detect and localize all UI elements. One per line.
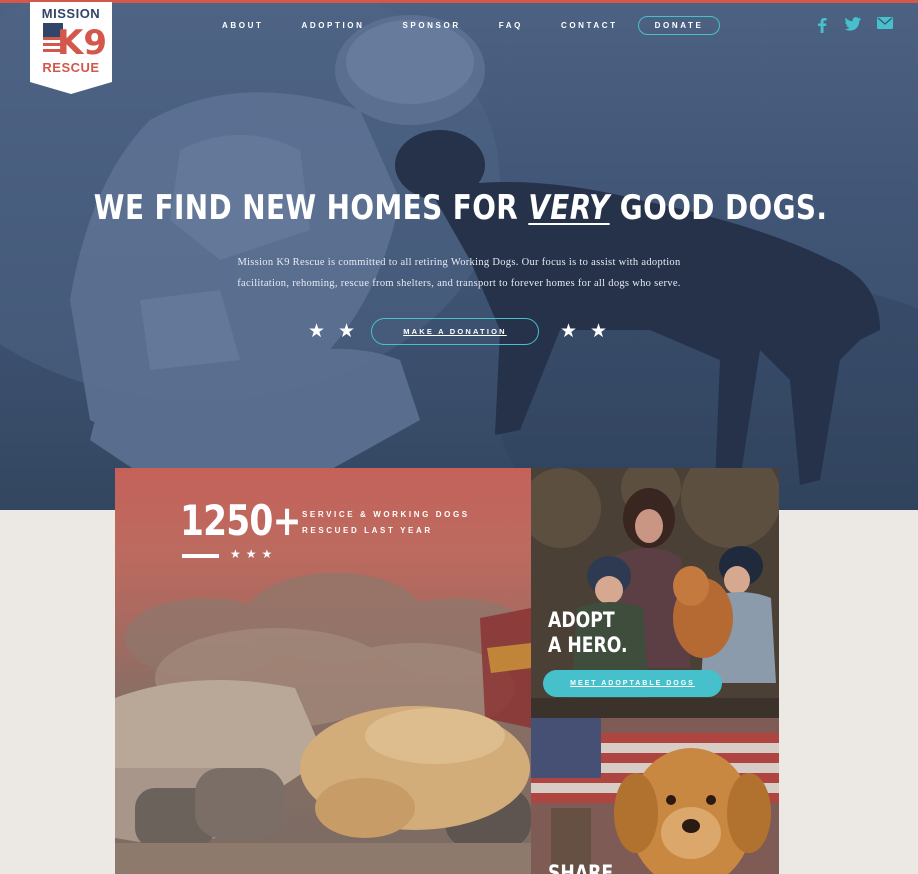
star-icon: ★ xyxy=(560,321,578,342)
star-icon: ★ xyxy=(338,321,356,342)
star-icon: ★ xyxy=(590,321,608,342)
headline-emphasis: VERY xyxy=(528,188,610,228)
page: MISSION K9 RESCUE ABOUT ADOPTION SPONSOR… xyxy=(0,0,918,874)
email-icon[interactable] xyxy=(877,17,893,29)
main-nav: ABOUT ADOPTION SPONSOR FAQ CONTACT DONAT… xyxy=(222,15,721,35)
stats-number: 1250+ xyxy=(180,496,301,545)
headline-part-1: WE FIND NEW HOMES FOR xyxy=(93,188,529,228)
golden-retriever-flag-image xyxy=(531,718,779,874)
meet-adoptable-dogs-button[interactable]: MEET ADOPTABLE DOGS xyxy=(543,670,722,697)
twitter-icon[interactable] xyxy=(845,17,861,31)
nav-item-contact[interactable]: CONTACT xyxy=(561,21,618,30)
nav-item-sponsor[interactable]: SPONSOR xyxy=(402,21,460,30)
stats-caption-line-1: SERVICE & WORKING DOGS xyxy=(302,510,470,519)
hero-intro: Mission K9 Rescue is committed to all re… xyxy=(200,252,718,294)
stats-panel: 1250+ ★★★ SERVICE & WORKING DOGS RESCUED… xyxy=(115,468,531,874)
make-donation-button[interactable]: MAKE A DONATION xyxy=(371,318,539,345)
adopt-title: ADOPT A HERO. xyxy=(548,608,628,658)
hero-headline: WE FIND NEW HOMES FOR VERY GOOD DOGS. xyxy=(84,188,837,228)
logo-line-1: MISSION xyxy=(42,6,100,21)
nav-item-faq[interactable]: FAQ xyxy=(499,21,523,30)
nav-item-adoption[interactable]: ADOPTION xyxy=(301,21,364,30)
hero-section: MISSION K9 RESCUE ABOUT ADOPTION SPONSOR… xyxy=(0,0,918,510)
adopt-panel: ADOPT A HERO. MEET ADOPTABLE DOGS xyxy=(531,468,779,718)
stats-underline xyxy=(182,554,219,558)
share-panel: SHARE xyxy=(531,718,779,874)
top-accent-bar xyxy=(0,0,918,3)
logo-line-2: K9 xyxy=(57,23,107,63)
facebook-icon[interactable] xyxy=(816,17,828,33)
stats-stars: ★★★ xyxy=(230,547,278,561)
cta-row: ★ ★ MAKE A DONATION ★ ★ xyxy=(0,318,918,346)
adopt-title-line-2: A HERO. xyxy=(548,633,628,657)
intro-line-1: Mission K9 Rescue is committed to all re… xyxy=(237,257,681,268)
share-title: SHARE xyxy=(548,861,614,874)
nav-donate-button[interactable]: DONATE xyxy=(637,15,721,35)
stats-caption: SERVICE & WORKING DOGS RESCUED LAST YEAR xyxy=(302,507,502,539)
adopt-title-line-1: ADOPT xyxy=(548,608,615,632)
star-icon: ★ xyxy=(308,321,326,342)
mission-k9-rescue-logo[interactable]: MISSION K9 RESCUE xyxy=(30,2,112,94)
logo-line-3: RESCUE xyxy=(42,60,99,75)
nav-item-about[interactable]: ABOUT xyxy=(222,21,263,30)
headline-part-2: GOOD DOGS. xyxy=(609,188,828,228)
intro-line-2: facilitation, rehoming, rescue from shel… xyxy=(237,278,681,289)
stats-caption-line-2: RESCUED LAST YEAR xyxy=(302,526,433,535)
